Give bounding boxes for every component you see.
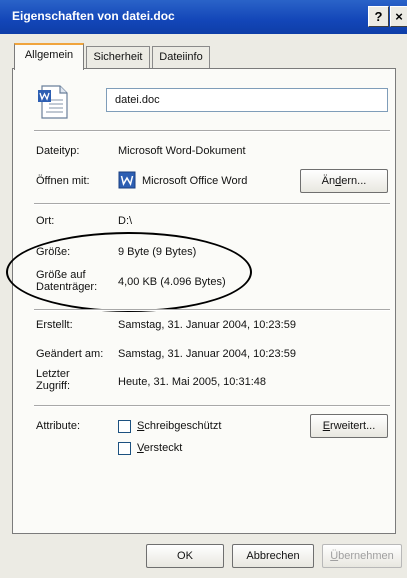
tab-allgemein[interactable]: Allgemein	[14, 43, 84, 70]
aendern-button[interactable]: Ändern...	[300, 169, 388, 193]
oeffnen-mit-value: Microsoft Office Word	[142, 175, 248, 187]
properties-dialog: Eigenschaften von datei.doc ? × Allgemei…	[0, 0, 407, 578]
erweitert-mnemonic: E	[322, 420, 331, 432]
aendern-text-pre: Än	[321, 175, 336, 187]
groesse-auf-value: 4,00 KB (4.096 Bytes)	[118, 276, 226, 288]
versteckt-label[interactable]: Versteckt	[137, 442, 182, 454]
groesse-value: 9 Byte (9 Bytes)	[118, 246, 197, 258]
tab-dateiinfo[interactable]: Dateiinfo	[152, 46, 210, 68]
abbrechen-button[interactable]: Abbrechen	[232, 544, 314, 568]
dateityp-value: Microsoft Word-Dokument	[118, 145, 246, 157]
uebernehmen-mnemonic: Ü	[330, 550, 339, 562]
uebernehmen-text: bernehmen	[338, 550, 394, 562]
erweitert-text: rweitert...	[330, 420, 376, 432]
schreibgeschuetzt-label[interactable]: Schreibgeschützt	[137, 420, 221, 432]
letzter-zugriff-label-1: Letzter	[36, 368, 70, 380]
tab-sicherheit[interactable]: Sicherheit	[86, 46, 150, 68]
geaendert-label: Geändert am:	[36, 348, 104, 360]
close-button[interactable]: ×	[390, 6, 407, 27]
attribute-label: Attribute:	[36, 420, 81, 432]
general-tab-panel	[12, 68, 396, 534]
ort-value: D:\	[118, 215, 133, 227]
versteckt-text: ersteckt	[143, 442, 183, 454]
dateityp-label: Dateityp:	[36, 145, 80, 157]
window-title: Eigenschaften von datei.doc	[12, 9, 175, 23]
groesse-label: Größe:	[36, 246, 71, 258]
letzter-zugriff-value: Heute, 31. Mai 2005, 10:31:48	[118, 376, 266, 388]
aendern-text-post: ern...	[341, 175, 367, 187]
word-app-icon	[118, 171, 136, 189]
ort-label: Ort:	[36, 215, 55, 227]
word-document-icon	[38, 85, 68, 119]
schreibgeschuetzt-text: chreibgeschützt	[144, 420, 222, 432]
separator	[34, 203, 390, 205]
separator	[34, 309, 390, 311]
erstellt-label: Erstellt:	[36, 319, 73, 331]
separator	[34, 405, 390, 407]
versteckt-checkbox[interactable]	[118, 442, 131, 455]
erstellt-value: Samstag, 31. Januar 2004, 10:23:59	[118, 319, 296, 331]
oeffnen-mit-label: Öffnen mit:	[36, 175, 90, 187]
groesse-auf-label-1: Größe auf	[36, 269, 86, 281]
title-bar[interactable]: Eigenschaften von datei.doc ? ×	[0, 0, 407, 34]
geaendert-value: Samstag, 31. Januar 2004, 10:23:59	[118, 348, 296, 360]
letzter-zugriff-label-2: Zugriff:	[36, 380, 71, 392]
erweitert-button[interactable]: Erweitert...	[310, 414, 388, 438]
versteckt-mnemonic: V	[137, 442, 144, 454]
help-button[interactable]: ?	[368, 6, 389, 27]
ok-button[interactable]: OK	[146, 544, 224, 568]
uebernehmen-button[interactable]: Übernehmen	[322, 544, 402, 568]
schreibgeschuetzt-checkbox[interactable]	[118, 420, 131, 433]
groesse-auf-label-2: Datenträger:	[36, 281, 98, 293]
separator	[34, 130, 390, 132]
filename-input[interactable]	[106, 88, 388, 112]
